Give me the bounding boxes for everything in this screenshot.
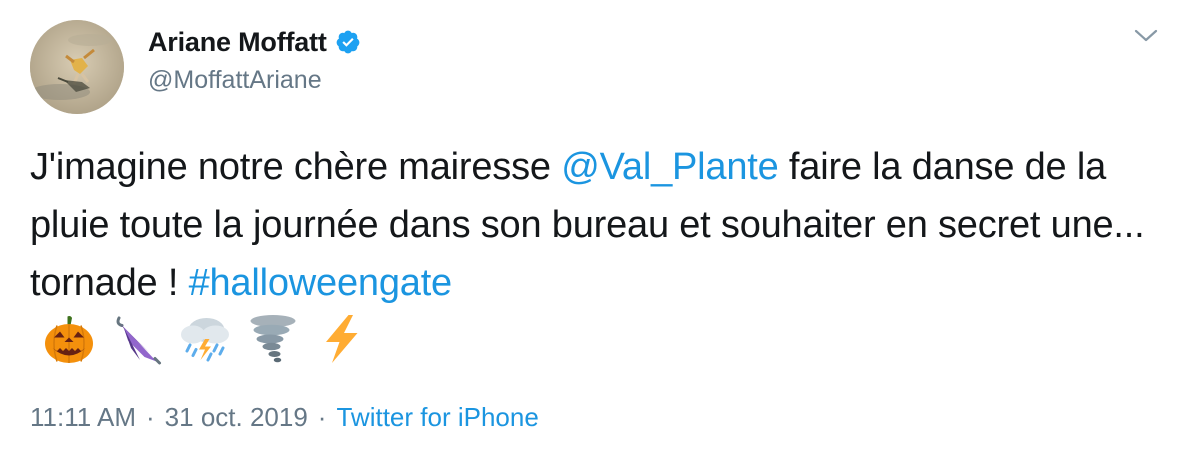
high-voltage-icon	[314, 312, 368, 366]
tweet-card: Ariane Moffatt @MoffattAriane J'imagine …	[0, 0, 1186, 462]
chevron-down-icon[interactable]	[1132, 26, 1160, 46]
tweet-text-part: J'imagine notre chère mairesse	[30, 146, 562, 188]
author-name-row[interactable]: Ariane Moffatt	[148, 24, 361, 60]
cloud-with-rain-lightning-icon	[178, 312, 232, 366]
meta-separator: ·	[317, 402, 327, 432]
tweet-date[interactable]: 31 oct. 2019	[165, 402, 308, 433]
avatar-image	[30, 20, 124, 114]
hashtag-link[interactable]: #halloweengate	[189, 262, 453, 304]
closed-umbrella-icon	[110, 312, 164, 366]
jack-o-lantern-icon	[42, 312, 96, 366]
verified-badge-icon	[335, 29, 361, 55]
tornado-icon	[246, 312, 300, 366]
author-handle[interactable]: @MoffattAriane	[148, 66, 322, 95]
tweet-metadata: 11:11 AM · 31 oct. 2019 · Twitter for iP…	[30, 402, 539, 433]
tweet-text: J'imagine notre chère mairesse @Val_Plan…	[30, 138, 1160, 312]
author-display-name[interactable]: Ariane Moffatt	[148, 27, 327, 58]
tweet-time[interactable]: 11:11 AM	[30, 402, 136, 433]
mention-link[interactable]: @Val_Plante	[561, 146, 779, 188]
tweet-source-link[interactable]: Twitter for iPhone	[336, 402, 538, 433]
avatar[interactable]	[30, 20, 124, 114]
emoji-row	[42, 312, 368, 366]
meta-separator: ·	[146, 402, 155, 432]
